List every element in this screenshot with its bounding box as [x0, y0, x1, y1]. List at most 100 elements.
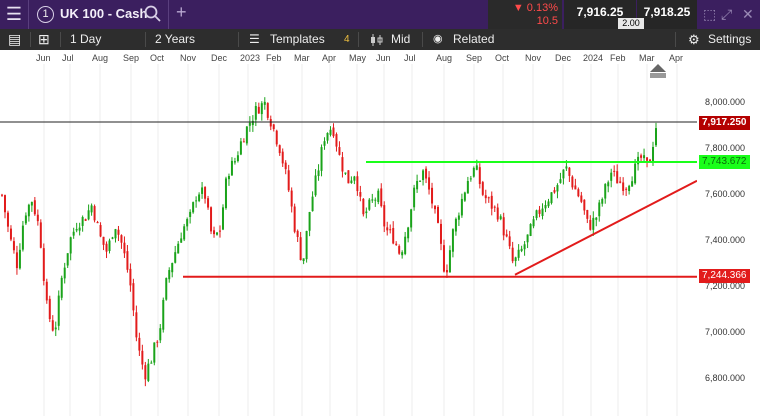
- candle-body: [78, 227, 81, 231]
- candle-body: [592, 217, 595, 230]
- candle-body: [42, 248, 45, 281]
- candle-body: [75, 229, 78, 231]
- price-chart[interactable]: [0, 50, 697, 416]
- candle-body: [353, 176, 356, 181]
- candle-body: [242, 141, 245, 143]
- candle-body: [102, 236, 105, 245]
- layout-icon[interactable]: ▤: [8, 29, 21, 50]
- x-tick-label: Feb: [266, 53, 282, 63]
- x-tick-label: Aug: [92, 53, 109, 63]
- candle-body: [407, 227, 410, 239]
- settings-button[interactable]: Settings: [708, 29, 751, 50]
- candle-body: [655, 128, 657, 146]
- candle-body: [377, 190, 380, 202]
- candle-body: [174, 252, 177, 263]
- candle-body: [428, 177, 431, 190]
- x-tick-label: 2024: [583, 53, 604, 63]
- candle-body: [416, 180, 419, 190]
- candle-body: [201, 187, 204, 194]
- candle-body: [135, 312, 138, 338]
- candle-body: [87, 210, 90, 220]
- add-tab-icon[interactable]: +: [176, 2, 187, 23]
- candle-body: [538, 209, 541, 214]
- candle-body: [631, 181, 634, 187]
- gear-icon[interactable]: ⚙: [688, 29, 700, 50]
- y-tick-label: 7,600.000: [705, 189, 746, 199]
- price-type-select[interactable]: Mid: [391, 29, 410, 50]
- candle-body: [233, 161, 236, 163]
- candle-body: [15, 252, 18, 269]
- x-tick-label: Oct: [150, 53, 165, 63]
- candle-body: [39, 222, 42, 248]
- candle-body: [577, 189, 580, 197]
- menu-icon[interactable]: ☰: [0, 0, 28, 29]
- window-icon[interactable]: ⬚: [703, 6, 716, 23]
- divider: [60, 32, 61, 47]
- candle-body: [511, 247, 514, 262]
- related-button[interactable]: Related: [453, 29, 494, 50]
- candle-body: [272, 124, 275, 130]
- candle-body: [460, 198, 463, 216]
- grid-icon[interactable]: ⊞: [38, 29, 50, 50]
- x-tick-label: 2023: [240, 53, 261, 63]
- candle-body: [553, 190, 556, 193]
- candle-body: [117, 229, 120, 235]
- templates-button[interactable]: Templates: [270, 29, 325, 50]
- candle-body: [451, 229, 454, 252]
- candle-body: [431, 187, 434, 204]
- candle-body: [580, 195, 583, 202]
- buy-button[interactable]: 7,918.25: [637, 0, 697, 29]
- candle-body: [499, 216, 502, 220]
- candle-body: [123, 242, 126, 254]
- candle-body: [526, 234, 529, 243]
- candle-body: [260, 103, 263, 115]
- detach-icon[interactable]: ⤢: [721, 6, 732, 23]
- candle-body: [541, 208, 544, 216]
- candle-body: [120, 235, 123, 243]
- y-tick-label: 7,800.000: [705, 143, 746, 153]
- range-select[interactable]: 2 Years: [155, 29, 195, 50]
- search-icon[interactable]: [143, 4, 163, 24]
- templates-count-badge: 4: [344, 34, 350, 45]
- candle-body: [439, 223, 442, 244]
- sell-price: 7,916.25: [576, 5, 624, 19]
- interval-select[interactable]: 1 Day: [70, 29, 101, 50]
- scroll-up-icon[interactable]: [650, 64, 666, 78]
- candle-body: [514, 257, 517, 262]
- candle-body: [565, 166, 568, 169]
- candle-body: [111, 237, 114, 239]
- candle-body: [204, 187, 207, 199]
- x-tick-label: Jul: [404, 53, 416, 63]
- close-icon[interactable]: ✕: [742, 6, 754, 23]
- x-tick-label: Jun: [36, 53, 51, 63]
- candle-body: [535, 210, 538, 219]
- candle-body: [138, 337, 141, 351]
- x-tick-label: Jun: [376, 53, 391, 63]
- candle-body: [607, 182, 610, 187]
- instrument-title[interactable]: UK 100 - Cash: [60, 6, 147, 21]
- candle-body: [595, 217, 598, 220]
- candle-body: [84, 219, 87, 221]
- candle-body: [221, 207, 224, 230]
- divider: [358, 32, 359, 47]
- candle-body: [162, 299, 165, 330]
- related-icon: ◉: [433, 33, 443, 45]
- candle-body: [326, 132, 329, 141]
- candle-body: [12, 241, 15, 251]
- buy-price: 7,918.25: [643, 5, 691, 19]
- candle-body: [207, 198, 210, 208]
- candle-body: [559, 179, 562, 183]
- candle-body: [466, 181, 469, 194]
- candle-body: [445, 270, 448, 273]
- x-tick-label: Jul: [62, 53, 74, 63]
- candle-body: [532, 219, 535, 227]
- candle-body: [281, 151, 284, 164]
- candle-body: [296, 230, 299, 237]
- candle-body: [362, 198, 365, 215]
- candle-body: [425, 168, 428, 179]
- candle-body: [263, 101, 266, 105]
- candle-body: [108, 240, 111, 251]
- candle-body: [24, 215, 27, 224]
- candle-body: [96, 222, 99, 224]
- candle-body: [610, 172, 613, 181]
